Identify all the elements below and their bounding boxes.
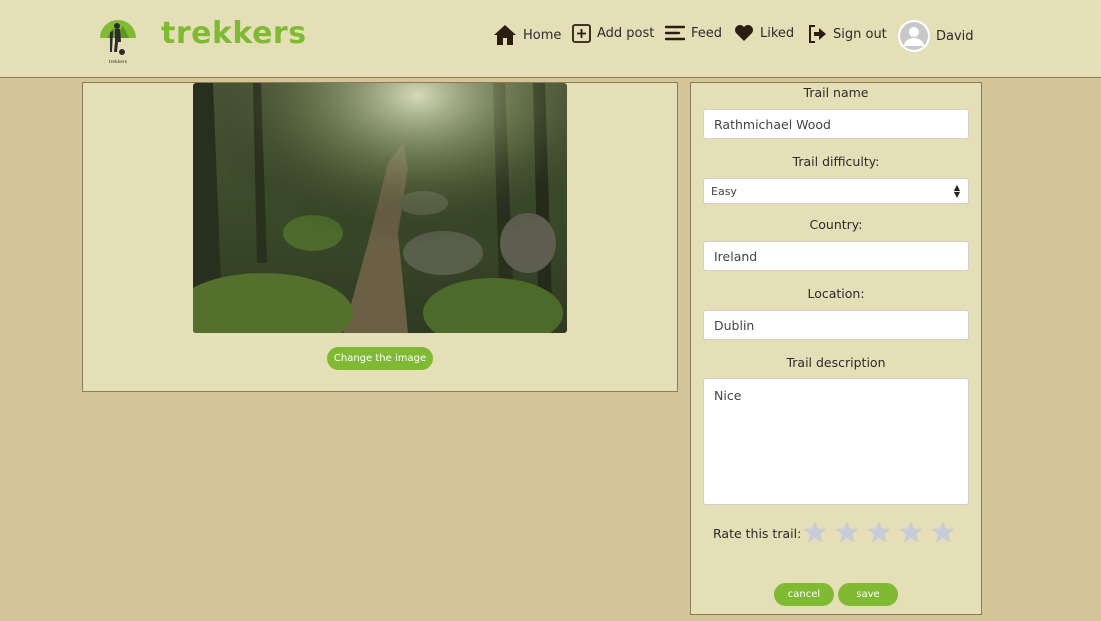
feed-lines-icon [665, 25, 685, 41]
location-input[interactable]: Dublin [703, 310, 969, 340]
home-icon [494, 25, 516, 45]
difficulty-value: Easy [711, 184, 737, 198]
image-panel: Change the image [82, 82, 678, 392]
star-3-icon[interactable] [866, 519, 892, 545]
save-button[interactable]: save [838, 583, 898, 606]
user-name[interactable]: David [936, 29, 974, 44]
user-avatar-icon[interactable] [898, 20, 930, 52]
nav-home-label: Home [523, 27, 562, 43]
difficulty-select[interactable]: Easy ▲ ▼ [703, 178, 969, 204]
nav-home[interactable]: Home [493, 24, 561, 46]
edit-form-panel: Trail name Rathmichael Wood Trail diffic… [690, 82, 982, 615]
navbar: trekkers trekkers Home Add post Feed Lik… [0, 0, 1101, 78]
star-4-icon[interactable] [898, 519, 924, 545]
select-arrows-icon: ▲ ▼ [953, 183, 960, 199]
star-5-icon[interactable] [930, 519, 956, 545]
trail-image [193, 83, 567, 333]
description-textarea[interactable]: Nice [703, 378, 969, 505]
heart-icon [735, 25, 753, 41]
rate-label: Rate this trail: [713, 526, 802, 541]
nav-add-post-label: Add post [597, 26, 655, 41]
nav-sign-out[interactable]: Sign out [807, 24, 887, 44]
nav-add-post[interactable]: Add post [572, 24, 654, 43]
difficulty-label: Trail difficulty: [792, 154, 880, 169]
country-input[interactable]: Ireland [703, 241, 969, 271]
trail-name-label: Trail name [803, 85, 869, 100]
nav-liked[interactable]: Liked [734, 24, 794, 42]
star-2-icon[interactable] [834, 519, 860, 545]
nav-feed-label: Feed [691, 25, 723, 41]
sign-out-icon [809, 25, 826, 43]
nav-sign-out-label: Sign out [833, 26, 887, 42]
trekkers-logo-icon[interactable]: trekkers [98, 12, 138, 66]
country-label: Country: [809, 217, 863, 232]
logo-caption: trekkers [109, 59, 128, 65]
cancel-button[interactable]: cancel [774, 583, 834, 606]
rating-stars[interactable] [802, 519, 956, 545]
description-label: Trail description [786, 355, 886, 370]
change-image-button[interactable]: Change the image [327, 347, 433, 370]
nav-feed[interactable]: Feed [665, 24, 722, 42]
trail-name-input[interactable]: Rathmichael Wood [703, 109, 969, 139]
location-label: Location: [807, 286, 865, 301]
brand-name[interactable]: trekkers [161, 16, 307, 51]
plus-square-icon [572, 24, 591, 43]
nav-liked-label: Liked [760, 25, 795, 41]
star-1-icon[interactable] [802, 519, 828, 545]
